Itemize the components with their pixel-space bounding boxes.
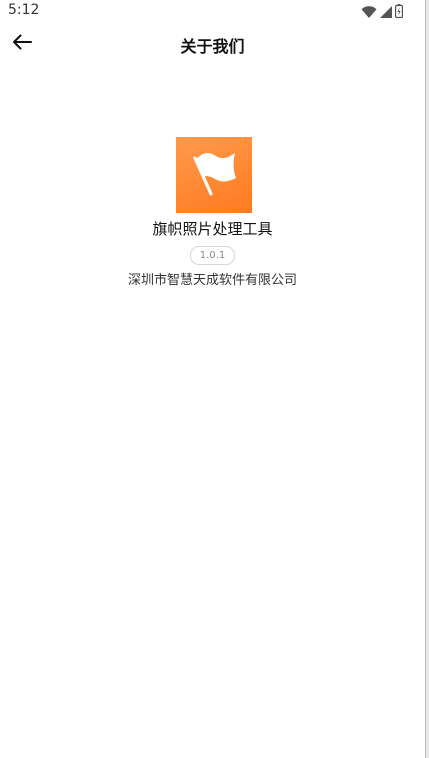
screen-edge	[425, 0, 429, 758]
version-badge: 1.0.1	[189, 246, 236, 265]
wifi-icon	[361, 3, 377, 22]
status-time: 5:12	[8, 2, 40, 18]
app-name: 旗帜照片处理工具	[152, 220, 273, 238]
signal-icon	[380, 3, 392, 22]
about-screen: 5:12 关于我们 旗帜照片处理工具 1.0.1 深圳市智慧天成软件有限公司	[0, 0, 425, 758]
flag-icon	[189, 147, 239, 203]
app-logo	[176, 137, 252, 213]
battery-icon	[395, 3, 404, 22]
status-bar: 5:12	[0, 0, 425, 22]
header: 关于我们	[0, 22, 425, 66]
page-title: 关于我们	[180, 37, 245, 56]
status-icons	[361, 3, 404, 22]
version-container: 1.0.1	[0, 243, 425, 265]
company-name: 深圳市智慧天成软件有限公司	[127, 273, 297, 288]
